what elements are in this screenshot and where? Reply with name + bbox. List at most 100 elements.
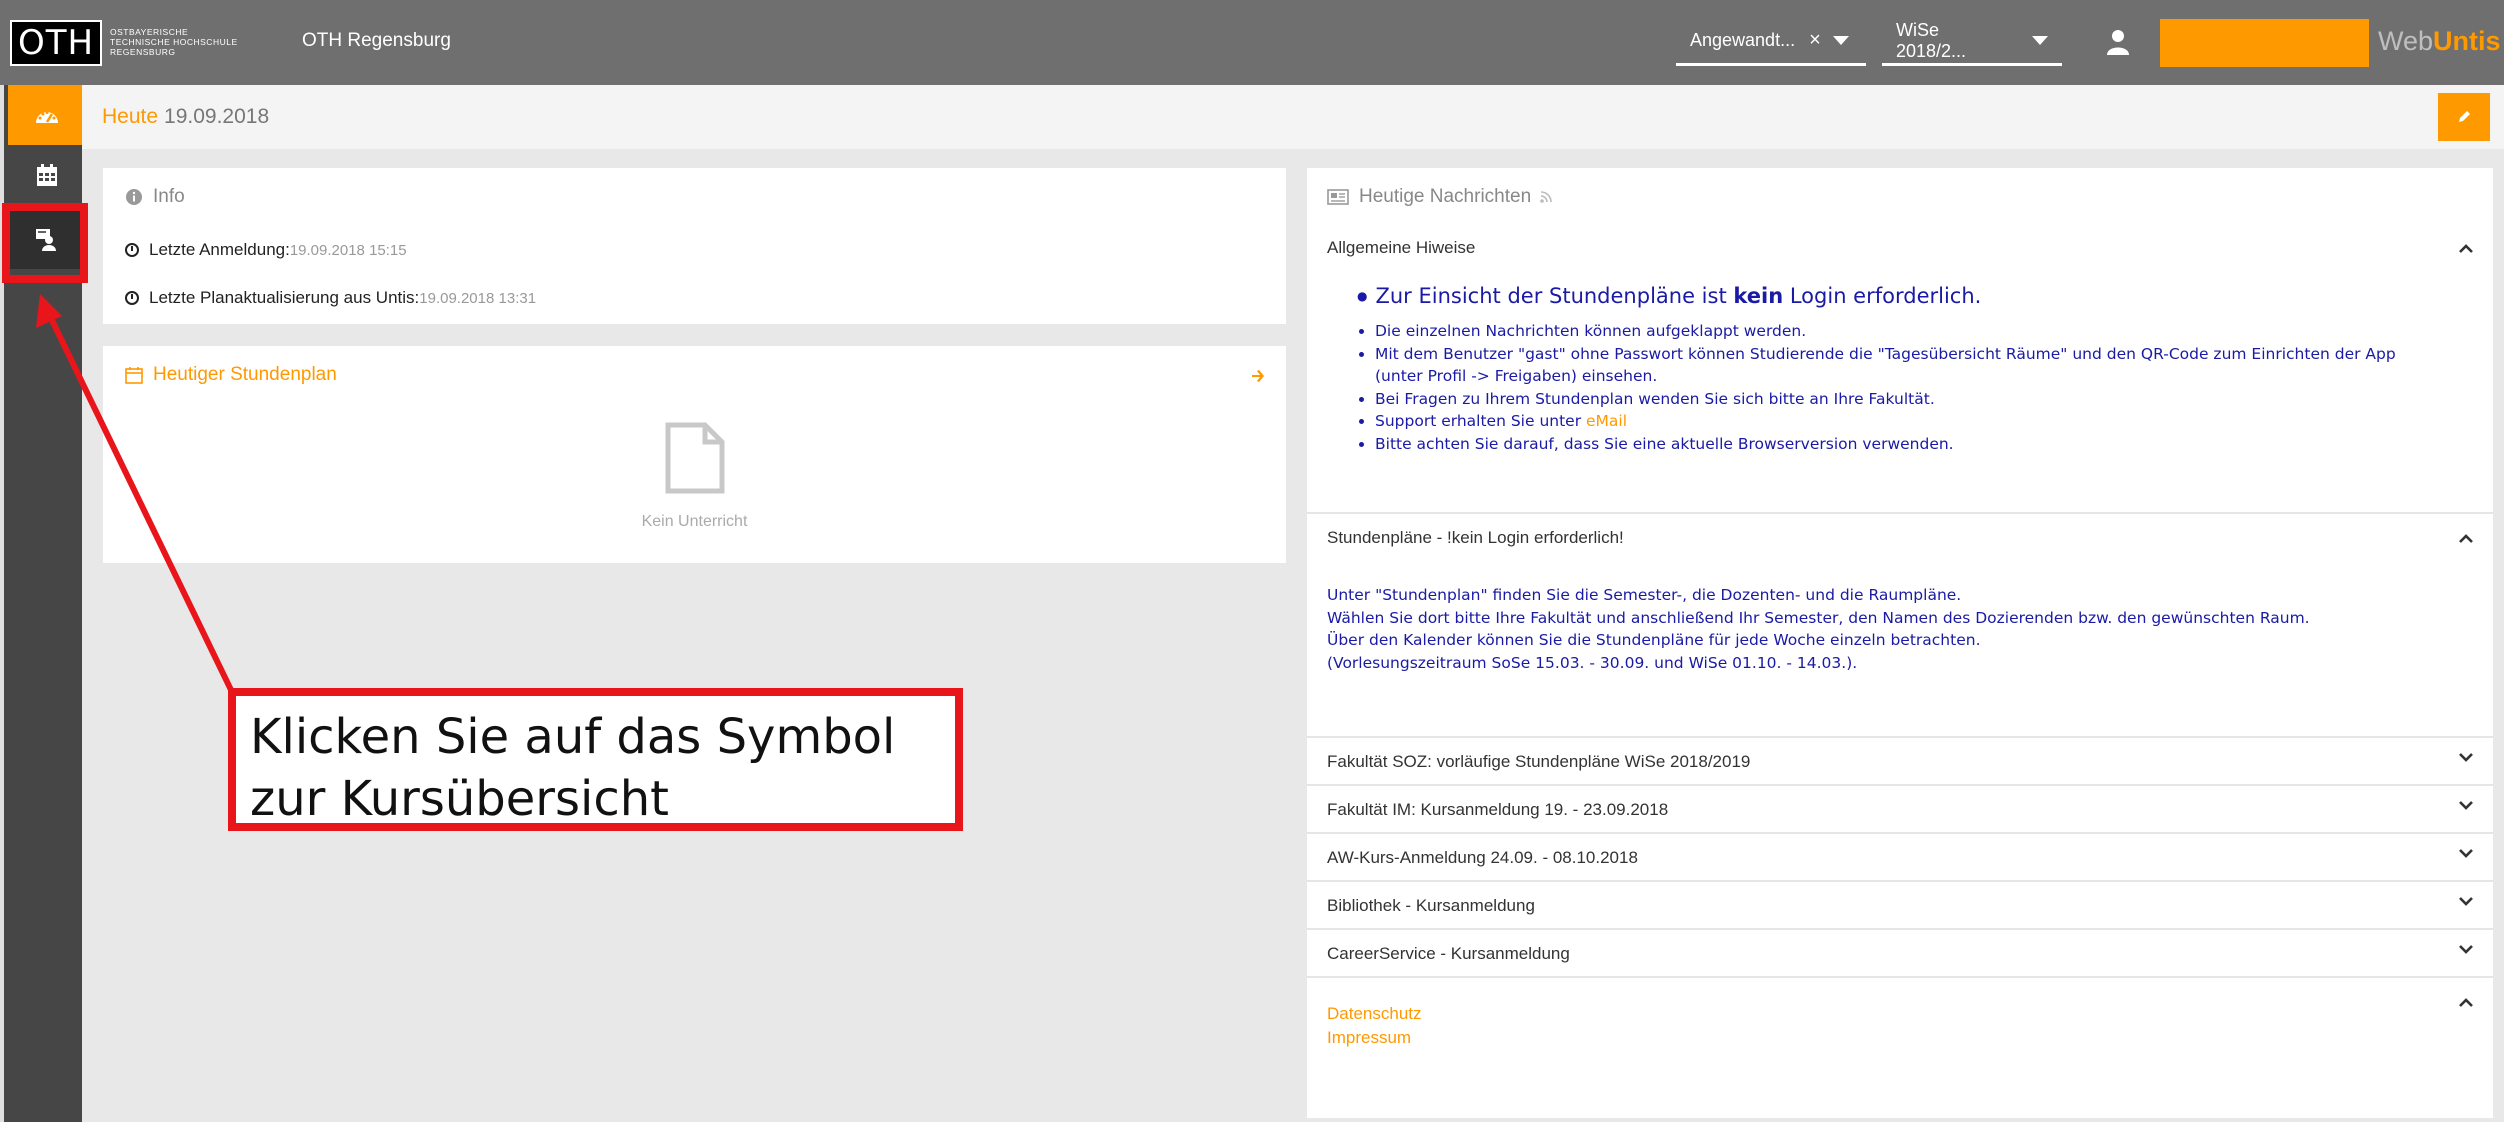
chevron-up-icon[interactable]	[2459, 532, 2473, 546]
clear-icon[interactable]: ×	[1809, 29, 1821, 52]
page-header: Heute 19.09.2018	[82, 85, 2504, 149]
newspaper-icon	[1327, 189, 1349, 205]
support-text: Support erhalten Sie unter	[1375, 412, 1586, 430]
chevron-down-icon[interactable]	[2459, 846, 2473, 860]
news-line: Über den Kalender können Sie die Stunden…	[1327, 631, 1981, 649]
sidebar-item-timetable[interactable]	[8, 145, 86, 205]
timetable-title[interactable]: Heutiger Stundenplan	[125, 364, 337, 386]
news-item-collapsed[interactable]: Fakultät IM: Kursanmeldung 19. - 23.09.2…	[1307, 784, 2493, 832]
info-title: Info	[125, 186, 185, 208]
last-update-row: Letzte Planaktualisierung aus Untis: 19.0…	[125, 288, 536, 308]
chevron-down-icon[interactable]	[2459, 750, 2473, 764]
last-update-label: Letzte Planaktualisierung aus Untis:	[149, 288, 420, 307]
last-update-value: 19.09.2018 13:31	[419, 289, 537, 307]
headline-text: Login erforderlich.	[1783, 284, 1982, 308]
news-panel: Heutige Nachrichten Allgemeine Hiweise ●…	[1307, 168, 2493, 1118]
timetable-title-text: Heutiger Stundenplan	[153, 364, 337, 385]
today-label: Heute	[102, 105, 159, 128]
today-date: 19.09.2018	[164, 105, 270, 128]
highlight-box	[2, 203, 88, 283]
list-item: (unter Profil -> Freigaben) einsehen.	[1375, 367, 1658, 385]
list-item: Bitte achten Sie darauf, dass Sie eine a…	[1375, 433, 2396, 456]
news-footer: Datenschutz Impressum	[1307, 976, 2493, 1116]
news-bullet-list: Die einzelnen Nachrichten können aufgekl…	[1357, 320, 2396, 455]
top-bar: OTH OSTBAYERISCHE TECHNISCHE HOCHSCHULE …	[0, 0, 2504, 85]
headline-text: Zur Einsicht der Stundenpläne ist	[1375, 284, 1734, 308]
edit-button[interactable]	[2438, 93, 2490, 141]
page-title: Heute 19.09.2018	[102, 105, 269, 129]
logo-sub-line: TECHNISCHE HOCHSCHULE	[110, 37, 238, 47]
today-timetable-panel: Heutiger Stundenplan Kein Unterricht	[103, 346, 1286, 563]
news-line: Unter "Stundenplan" finden Sie die Semes…	[1327, 586, 1962, 604]
email-link[interactable]: eMail	[1586, 412, 1627, 430]
news-section-title[interactable]: Allgemeine Hiweise	[1327, 238, 1475, 258]
calendar-icon	[37, 164, 57, 186]
news-section-general: Allgemeine Hiweise ● Zur Einsicht der Stu…	[1307, 226, 2493, 456]
department-select[interactable]: Angewandt... ×	[1676, 18, 1866, 66]
brand-web: Web	[2378, 26, 2434, 56]
news-item-collapsed[interactable]: CareerService - Kursanmeldung	[1307, 928, 2493, 976]
news-item-collapsed[interactable]: Bibliothek - Kursanmeldung	[1307, 880, 2493, 928]
sidebar-item-dashboard[interactable]	[8, 85, 86, 145]
caret-down-icon[interactable]	[1832, 36, 1849, 45]
school-name: OTH Regensburg	[302, 30, 451, 51]
news-headline: ● Zur Einsicht der Stundenpläne ist kein …	[1357, 284, 1982, 308]
user-name-field[interactable]	[2160, 19, 2369, 67]
oth-logo[interactable]: OTH	[10, 20, 102, 66]
semester-select[interactable]: WiSe 2018/2...	[1882, 18, 2062, 66]
list-item: Die einzelnen Nachrichten können aufgekl…	[1375, 320, 2396, 343]
logo-text: OTH	[17, 23, 95, 63]
chevron-up-icon[interactable]	[2459, 242, 2473, 256]
clock-icon	[125, 291, 139, 305]
news-title-text: Heutige Nachrichten	[1359, 186, 1532, 207]
callout-line: Klicken Sie auf das Symbol	[250, 709, 896, 765]
chevron-down-icon[interactable]	[2459, 894, 2473, 908]
list-item: Mit dem Benutzer "gast" ohne Passwort kö…	[1375, 343, 2396, 366]
no-lessons-text: Kein Unterricht	[641, 513, 748, 530]
info-title-text: Info	[153, 186, 185, 207]
clock-icon	[125, 243, 139, 257]
news-section-body: Unter "Stundenplan" finden Sie die Semes…	[1327, 584, 2310, 674]
info-icon	[126, 189, 142, 205]
news-section-title[interactable]: Fakultät SOZ: vorläufige Stundenpläne Wi…	[1327, 752, 1750, 772]
empty-document-icon	[665, 422, 725, 494]
last-login-row: Letzte Anmeldung: 19.09.2018 15:15	[125, 240, 407, 260]
annotation-callout: Klicken Sie auf das Symbol zur Kursübers…	[228, 688, 963, 831]
chevron-up-icon[interactable]	[2459, 996, 2473, 1010]
news-section-title[interactable]: AW-Kurs-Anmeldung 24.09. - 08.10.2018	[1327, 848, 1638, 868]
privacy-link[interactable]: Datenschutz	[1327, 1002, 1422, 1026]
last-login-value: 19.09.2018 15:15	[289, 241, 407, 259]
logo-sub-line: OSTBAYERISCHE	[110, 27, 189, 37]
news-section-title[interactable]: Bibliothek - Kursanmeldung	[1327, 896, 1535, 916]
last-login-label: Letzte Anmeldung:	[149, 240, 290, 259]
caret-down-icon[interactable]	[2032, 36, 2048, 45]
headline-bold: kein	[1733, 284, 1784, 308]
logo-subtitle: OSTBAYERISCHE TECHNISCHE HOCHSCHULE REGE…	[110, 27, 238, 57]
news-section-title[interactable]: Fakultät IM: Kursanmeldung 19. - 23.09.2…	[1327, 800, 1668, 820]
rss-icon[interactable]	[1539, 190, 1553, 204]
logo-sub-line: REGENSBURG	[110, 47, 176, 57]
dashboard-icon	[36, 111, 58, 123]
news-section-title[interactable]: CareerService - Kursanmeldung	[1327, 944, 1570, 964]
list-item: Bei Fragen zu Ihrem Stundenplan wenden S…	[1375, 388, 2396, 411]
calendar-icon	[125, 367, 143, 384]
news-item-collapsed[interactable]: AW-Kurs-Anmeldung 24.09. - 08.10.2018	[1307, 832, 2493, 880]
user-icon[interactable]	[2105, 28, 2131, 56]
imprint-link[interactable]: Impressum	[1327, 1026, 1422, 1050]
news-line: Wählen Sie dort bitte Ihre Fakultät und …	[1327, 608, 2310, 627]
news-title: Heutige Nachrichten	[1327, 186, 1553, 208]
semester-select-value: WiSe 2018/2...	[1896, 19, 1967, 61]
news-section-title[interactable]: Stundenpläne - !kein Login erforderlich!	[1327, 528, 1624, 548]
chevron-down-icon[interactable]	[2459, 942, 2473, 956]
callout-line: zur Kursübersicht	[250, 771, 669, 827]
chevron-down-icon[interactable]	[2459, 798, 2473, 812]
news-line: (Vorlesungszeitraum SoSe 15.03. - 30.09.…	[1327, 653, 1858, 672]
footer-links: Datenschutz Impressum	[1327, 1002, 1422, 1050]
info-panel: Info Letzte Anmeldung: 19.09.2018 15:15 L…	[103, 168, 1286, 324]
news-section-timetables: Stundenpläne - !kein Login erforderlich!…	[1307, 512, 2493, 736]
webuntis-brand: WebUntis	[2378, 26, 2501, 57]
arrow-right-icon[interactable]	[1250, 368, 1266, 384]
list-item: Support erhalten Sie unter eMail	[1375, 410, 2396, 433]
news-item-collapsed[interactable]: Fakultät SOZ: vorläufige Stundenpläne Wi…	[1307, 736, 2493, 784]
department-select-value: Angewandt...	[1690, 30, 1796, 50]
